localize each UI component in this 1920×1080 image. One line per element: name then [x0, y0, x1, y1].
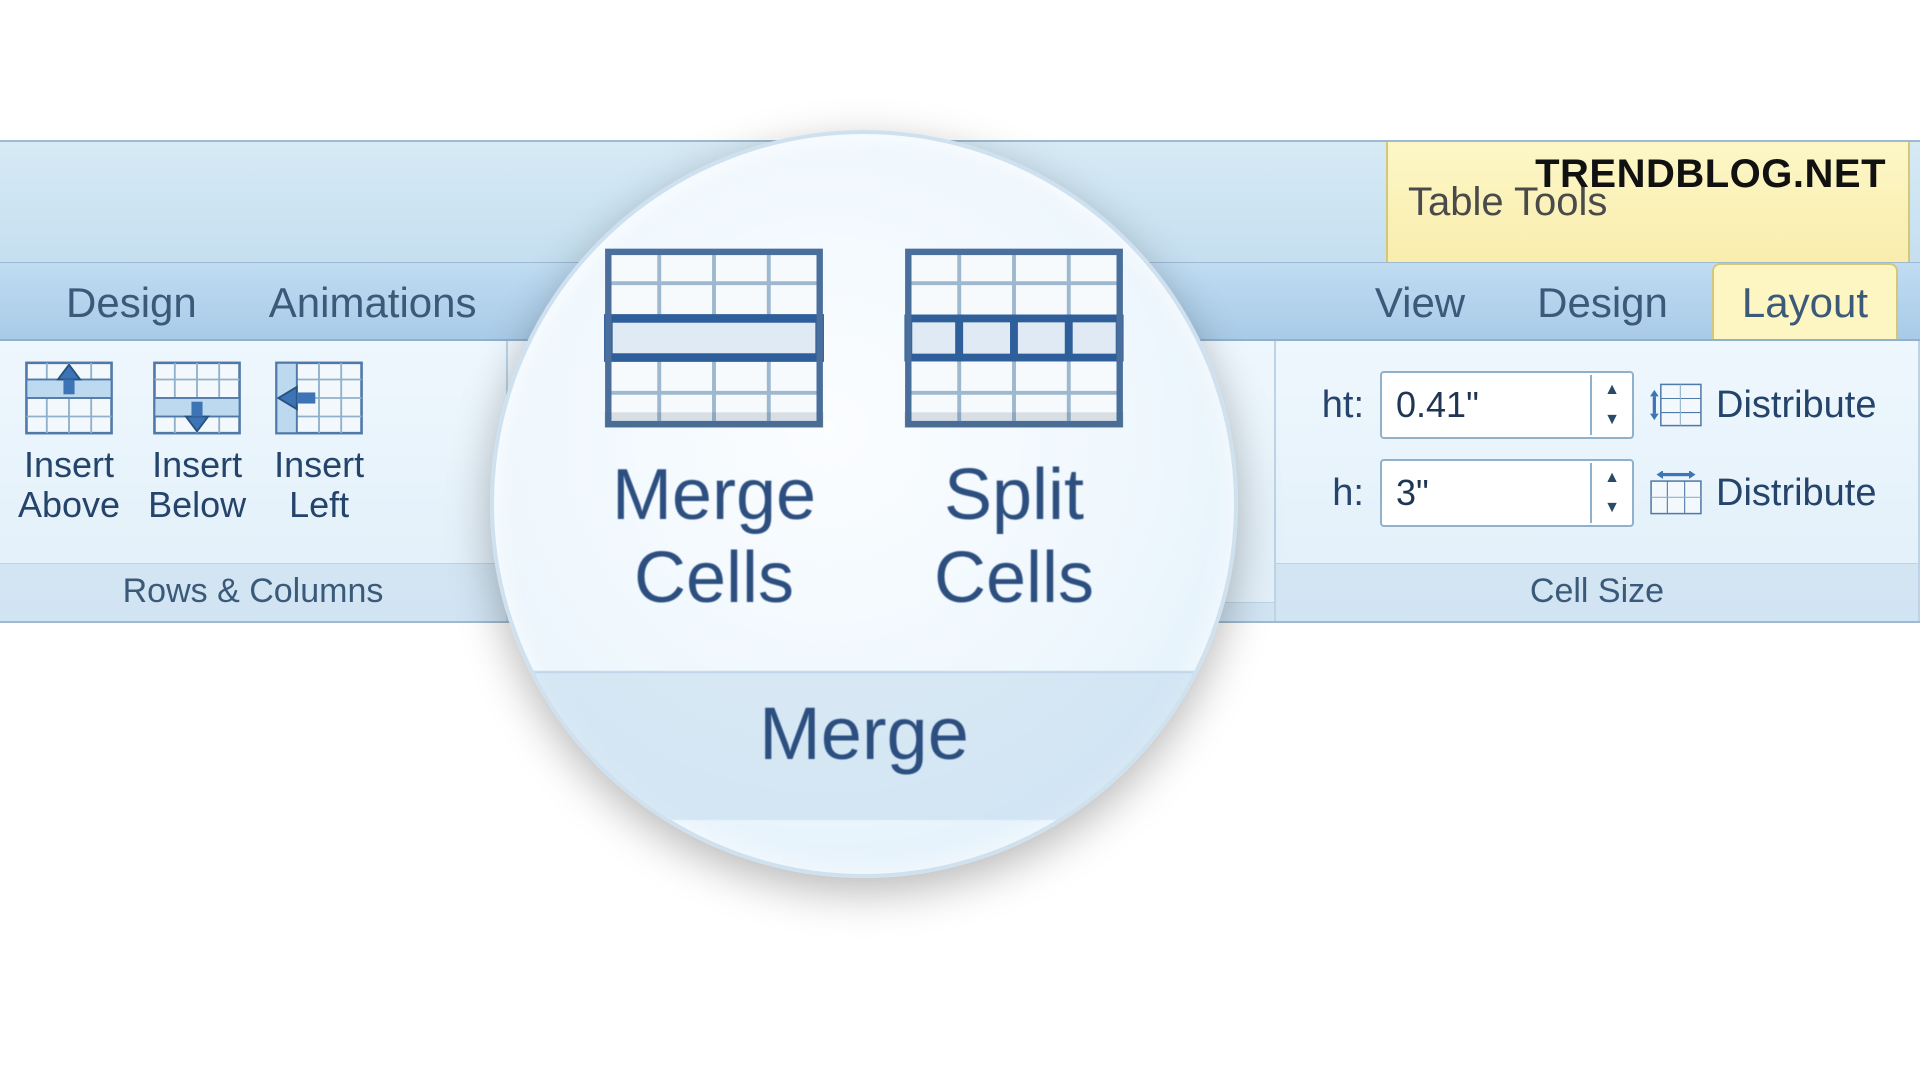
- insert-left-button[interactable]: InsertLeft: [274, 353, 364, 524]
- insert-left-label: InsertLeft: [274, 445, 364, 524]
- magnifier-lens: MergeCells: [490, 130, 1238, 878]
- insert-above-label: InsertAbove: [18, 445, 120, 524]
- tab-animations[interactable]: Animations: [241, 265, 505, 339]
- merge-cells-icon: [604, 248, 824, 428]
- insert-below-icon: [152, 361, 242, 435]
- insert-below-label: InsertBelow: [148, 445, 246, 524]
- group-cell-size: ht: 0.41" ▲ ▼: [1276, 341, 1920, 621]
- distribute-columns-button[interactable]: Distribute: [1650, 471, 1877, 515]
- distribute-rows-icon: [1650, 383, 1702, 427]
- watermark-text: TRENDBLOG.NET: [1535, 152, 1886, 197]
- insert-above-button[interactable]: InsertAbove: [18, 353, 120, 524]
- width-label: h:: [1294, 472, 1364, 515]
- group-rows-columns: InsertAbove InsertBelow: [0, 341, 508, 621]
- distribute-columns-icon: [1650, 471, 1702, 515]
- insert-below-button[interactable]: InsertBelow: [148, 353, 246, 524]
- split-cells-icon: [904, 248, 1124, 428]
- tab-layout[interactable]: Layout: [1712, 263, 1898, 339]
- height-down-arrow-icon[interactable]: ▼: [1592, 405, 1632, 435]
- width-down-arrow-icon[interactable]: ▼: [1592, 493, 1632, 523]
- height-spinner[interactable]: 0.41" ▲ ▼: [1380, 371, 1634, 439]
- width-up-arrow-icon[interactable]: ▲: [1592, 463, 1632, 493]
- tab-design[interactable]: Design: [38, 265, 225, 339]
- merge-cells-label: MergeCells: [612, 454, 816, 620]
- group-label-rows-columns: Rows & Columns: [0, 563, 506, 621]
- width-value: 3": [1382, 472, 1590, 514]
- tab-view[interactable]: View: [1347, 265, 1493, 339]
- insert-above-icon: [24, 361, 114, 435]
- merge-cells-button[interactable]: MergeCells: [604, 248, 824, 620]
- insert-left-icon: [274, 361, 364, 435]
- split-cells-button[interactable]: SplitCells: [904, 248, 1124, 620]
- group-label-cell-size: Cell Size: [1276, 563, 1918, 621]
- group-label-merge: Merge: [494, 671, 1234, 820]
- distribute-rows-label: Distribute: [1716, 384, 1877, 427]
- distribute-columns-label: Distribute: [1716, 472, 1877, 515]
- distribute-rows-button[interactable]: Distribute: [1650, 383, 1877, 427]
- width-spinner[interactable]: 3" ▲ ▼: [1380, 459, 1634, 527]
- tab-design-table[interactable]: Design: [1509, 265, 1696, 339]
- height-value: 0.41": [1382, 384, 1590, 426]
- height-up-arrow-icon[interactable]: ▲: [1592, 375, 1632, 405]
- height-label: ht:: [1294, 384, 1364, 427]
- split-cells-label: SplitCells: [934, 454, 1094, 620]
